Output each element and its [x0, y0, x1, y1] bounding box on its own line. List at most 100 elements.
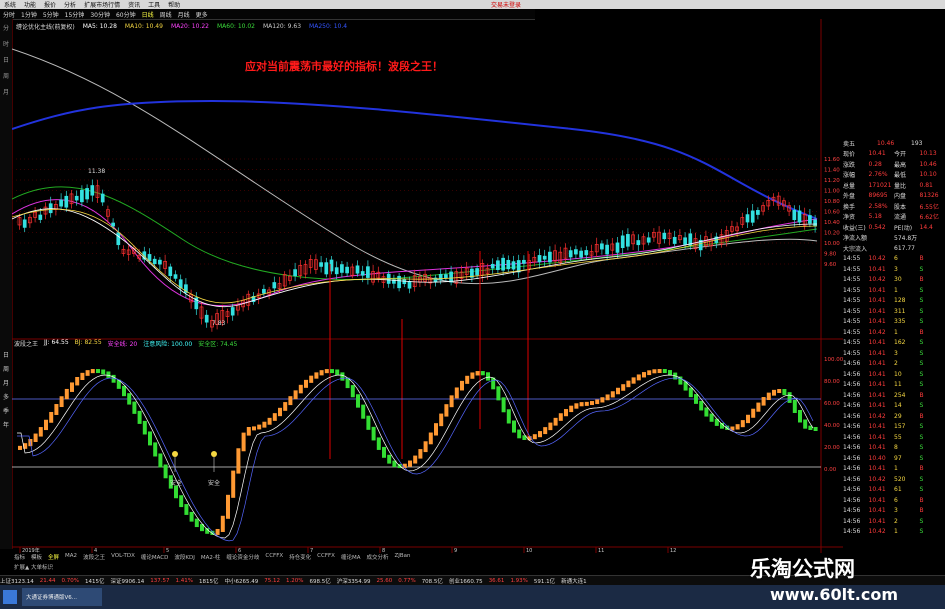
wave-bar	[408, 460, 412, 467]
period-tab[interactable]: 30分钟	[87, 10, 113, 19]
candle-body	[756, 210, 760, 215]
wave-bar	[460, 380, 464, 391]
menu-item-quote[interactable]: 报价	[40, 0, 60, 9]
wave-bar	[304, 379, 308, 388]
wave-bar	[293, 390, 298, 400]
quote-cell: 今开	[894, 151, 907, 159]
indicator-tab[interactable]: 缠论MA	[341, 553, 361, 561]
period-tab[interactable]: 60分钟	[113, 10, 139, 19]
left-tab[interactable]: 日	[1, 55, 11, 67]
menu-item-help[interactable]: 帮助	[164, 0, 184, 9]
wave-bar	[298, 384, 303, 394]
indicator-tab[interactable]: 缠论资金分歧	[226, 553, 259, 561]
menu-item-info[interactable]: 资讯	[124, 0, 144, 9]
indicator-tab[interactable]: 成交分析	[366, 553, 388, 561]
wave-bar	[501, 397, 506, 413]
left-tab[interactable]: 周	[1, 71, 11, 83]
kline-chart[interactable]: 11.60 11.40 11.20 11.00 10.80 10.60 10.40 10.20…	[12, 19, 843, 553]
wave-bar	[610, 391, 615, 398]
menu-item-market[interactable]: 扩展市场行情	[80, 0, 124, 9]
left-tab[interactable]: 时	[1, 39, 11, 51]
wave-bar	[96, 369, 100, 374]
indicator-tab[interactable]: MA2-柱	[201, 553, 221, 561]
wave-bar	[314, 372, 319, 379]
candle-body	[808, 215, 812, 224]
indicator-axis-label: 60.00	[824, 401, 840, 407]
indicator-tab[interactable]: 缠论MACD	[141, 553, 169, 561]
left-label[interactable]: 日	[0, 350, 12, 364]
tick-cell: 157	[894, 423, 906, 431]
period-tab[interactable]: 月线	[175, 10, 193, 19]
extension-label[interactable]: 扩展▲ 大单标识	[14, 563, 53, 571]
wave-bar	[512, 420, 516, 433]
wave-bar	[538, 431, 542, 438]
left-label[interactable]: 季	[0, 406, 12, 420]
price-axis-label: 9.60	[824, 262, 837, 268]
left-label[interactable]: 多	[0, 392, 12, 406]
wave-bar	[163, 464, 168, 479]
tick-cell: 10.41	[868, 517, 886, 525]
menu-item-system[interactable]: 系统	[0, 0, 20, 9]
indicator-tab[interactable]: 全屏	[48, 553, 59, 561]
quote-cell: 现价	[843, 151, 856, 159]
left-tab[interactable]: 分	[1, 23, 11, 35]
indicator-tab[interactable]: ZJBan	[394, 553, 410, 561]
left-label[interactable]: 年	[0, 420, 12, 434]
period-tab-selected[interactable]: 日线	[139, 10, 157, 19]
left-label[interactable]: 周	[0, 364, 12, 378]
wave-bar	[605, 394, 610, 401]
tick-row: 14:56 10.42 1 S	[843, 527, 945, 538]
quote-cell: 0.542	[868, 223, 886, 231]
menu-item-analysis[interactable]: 分析	[60, 0, 80, 9]
quote-row: 涨跌 0.28 最高 10.46	[843, 159, 945, 170]
period-tab[interactable]: 分时	[0, 10, 18, 19]
candle-body	[90, 185, 95, 196]
candle-body	[626, 234, 630, 247]
tick-cell: 10.42	[868, 276, 886, 284]
status-item: 708.5亿	[421, 578, 443, 585]
period-tab[interactable]: 5分钟	[40, 10, 62, 19]
taskbar-app-button[interactable]: 大通证券博通版V6...	[22, 588, 102, 606]
indicator-tab[interactable]: 模板	[31, 553, 42, 561]
indicator-tab[interactable]: MA2	[65, 553, 77, 561]
price-axis-label: 10.80	[824, 199, 840, 205]
wave-bar	[688, 387, 693, 398]
tick-row: 14:56 10.41 8 S	[843, 443, 945, 454]
wave-bar	[740, 420, 745, 428]
chart-title: 缠论优化主线(前复权)	[16, 23, 75, 31]
quote-cell: 最低	[894, 172, 907, 180]
quote-row: 涨幅 2.76% 最低 10.10	[843, 170, 945, 181]
tick-cell: S	[919, 318, 924, 326]
indicator-tab[interactable]: 持仓变化	[289, 553, 311, 561]
wave-bar	[220, 515, 225, 532]
candle-body	[152, 258, 157, 265]
status-item: 36.61	[488, 577, 505, 584]
left-tab[interactable]: 月	[1, 87, 11, 99]
wave-bar	[652, 369, 657, 374]
period-tab[interactable]: 15分钟	[62, 10, 88, 19]
candle-body	[813, 219, 817, 227]
start-icon[interactable]	[3, 590, 17, 604]
login-status[interactable]: 交易未登录	[487, 0, 525, 9]
indicator-axis-label: 20.00	[824, 445, 840, 451]
period-tab[interactable]: 1分钟	[18, 10, 40, 19]
left-label[interactable]: 月	[0, 378, 12, 392]
indicator-tab[interactable]: CCFFX	[317, 553, 335, 561]
menu-item-function[interactable]: 功能	[20, 0, 40, 9]
candle-body	[584, 250, 589, 256]
indicator-tab[interactable]: 指标	[14, 553, 25, 561]
indicator-tab[interactable]: 波段之王	[83, 553, 105, 561]
tick-cell: 10.41	[868, 339, 886, 347]
candle-body	[319, 262, 323, 267]
candle-body	[672, 236, 677, 244]
indicator-tab[interactable]: CCFFX	[265, 553, 283, 561]
tick-cell: 30	[894, 276, 902, 284]
tick-cell: 14:55	[843, 318, 861, 326]
indicator-tab[interactable]: VOL-TDX	[111, 553, 135, 561]
indicator-tab[interactable]: 波段KDJ	[174, 553, 194, 561]
tick-cell: B	[919, 328, 924, 336]
quote-cell: 14.4	[919, 223, 933, 231]
menu-item-tools[interactable]: 工具	[144, 0, 164, 9]
period-tab[interactable]: 周线	[157, 10, 175, 19]
period-tab[interactable]: 更多	[193, 10, 211, 19]
